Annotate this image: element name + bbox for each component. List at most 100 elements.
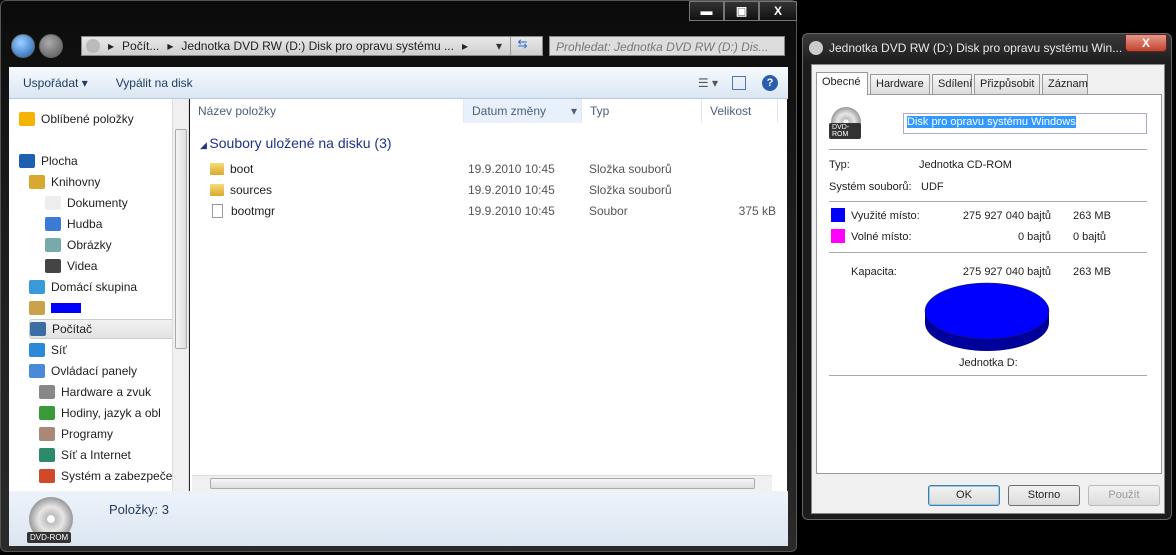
nav-item[interactable]: Systém a zabezpeče: [39, 466, 172, 486]
free-size: 0 bajtů: [1073, 231, 1107, 243]
tab-hardware[interactable]: Hardware: [870, 74, 930, 94]
view-options-icon[interactable]: ☰ ▾: [698, 76, 718, 90]
nav-item[interactable]: Programy: [39, 424, 113, 444]
refresh-icon[interactable]: ⇆: [510, 37, 534, 55]
nav-item-label: Hudba: [67, 217, 103, 231]
file-size: 375 kB: [738, 204, 776, 218]
used-size: 263 MB: [1073, 210, 1111, 222]
column-date[interactable]: Datum změny ▾: [464, 99, 582, 123]
nav-item[interactable]: Síť: [29, 340, 67, 360]
preview-pane-icon[interactable]: [732, 75, 746, 90]
breadcrumb-drive[interactable]: Jednotka DVD RW (D:) Disk pro opravu sys…: [181, 39, 454, 53]
divider: [829, 375, 1147, 376]
group-header[interactable]: ◢ Soubory uložené na disku (3): [200, 135, 392, 151]
nav-item[interactable]: Síť a Internet: [39, 445, 131, 465]
user-icon: [29, 301, 45, 315]
star-icon: [19, 112, 35, 126]
tab-recording[interactable]: Záznam: [1042, 74, 1088, 94]
nav-item[interactable]: Domácí skupina: [29, 277, 137, 297]
column-size[interactable]: Velikost: [702, 99, 778, 123]
scroll-thumb[interactable]: [175, 129, 187, 349]
file-type: Složka souborů: [589, 183, 672, 197]
nav-item[interactable]: [29, 298, 81, 318]
file-row[interactable]: bootmgr 19.9.2010 10:45 Soubor 375 kB: [210, 201, 780, 221]
libraries-icon: [29, 175, 45, 189]
nav-item-label: Počítač: [52, 322, 93, 336]
nav-scrollbar[interactable]: [172, 99, 188, 491]
file-date: 19.9.2010 10:45: [468, 204, 555, 218]
divider: [829, 201, 1147, 202]
file-row[interactable]: boot 19.9.2010 10:45 Složka souborů: [210, 159, 780, 179]
dialog-body: Obecné Hardware Sdílení Přizpůsobit Záznam D…: [811, 64, 1165, 514]
file-name: boot: [230, 162, 254, 176]
free-label: Volné místo:: [851, 231, 912, 243]
ok-button[interactable]: OK: [928, 485, 1000, 506]
nav-item[interactable]: Hodiny, jazyk a obl: [39, 403, 161, 423]
file-row[interactable]: sources 19.9.2010 10:45 Složka souborů: [210, 180, 780, 200]
horizontal-scrollbar[interactable]: [192, 475, 772, 491]
volume-name-input[interactable]: Disk pro opravu systému Windows: [903, 113, 1147, 134]
nav-item[interactable]: Počítač: [29, 319, 188, 339]
tab-customize[interactable]: Přizpůsobit: [974, 74, 1040, 94]
close-button[interactable]: X: [1125, 34, 1167, 52]
forward-button[interactable]: [39, 34, 63, 58]
used-label: Využité místo:: [851, 210, 920, 222]
navigation-pane: Oblíbené položky Plocha Knihovny Dokumenty H…: [9, 99, 189, 491]
drive-icon: [86, 39, 100, 53]
search-input[interactable]: Prohledat: Jednotka DVD RW (D:) Dis...: [549, 36, 785, 56]
nav-item-label: Dokumenty: [67, 196, 128, 210]
minimize-button[interactable]: ▬: [689, 1, 724, 21]
dropdown-icon[interactable]: ▾: [496, 39, 502, 53]
scroll-thumb[interactable]: [210, 478, 755, 489]
tab-general[interactable]: Obecné: [816, 72, 868, 95]
organize-button[interactable]: Uspořádat ▾: [9, 76, 102, 90]
internet-icon: [39, 448, 55, 462]
divider: [829, 252, 1147, 253]
column-name[interactable]: Název položky: [190, 99, 464, 123]
nav-item-label: Plocha: [41, 154, 78, 168]
videos-icon: [45, 259, 61, 273]
control-panel-icon: [29, 364, 45, 378]
properties-dialog: Jednotka DVD RW (D:) Disk pro opravu sys…: [802, 33, 1172, 520]
network-icon: [29, 343, 45, 357]
nav-item-label: Síť: [51, 343, 67, 357]
breadcrumb-computer[interactable]: Počít...: [122, 39, 159, 53]
command-bar: Uspořádat ▾ Vypálit na disk ☰ ▾ ?: [9, 67, 788, 99]
apply-button[interactable]: Použít: [1088, 485, 1160, 506]
cancel-button[interactable]: Storno: [1008, 485, 1080, 506]
collapse-icon[interactable]: ◢: [200, 140, 209, 150]
help-icon[interactable]: ?: [762, 74, 778, 91]
dialog-title: Jednotka DVD RW (D:) Disk pro opravu sys…: [829, 41, 1123, 55]
drive-label: Jednotka D:: [959, 357, 1018, 369]
redacted-username: [51, 303, 81, 313]
address-bar[interactable]: ▸ Počít... ▸ Jednotka DVD RW (D:) Disk p…: [81, 36, 543, 56]
nav-item[interactable]: Oblíbené položky: [19, 109, 134, 129]
maximize-button[interactable]: ▣: [724, 1, 759, 21]
pictures-icon: [45, 238, 61, 252]
file-name: bootmgr: [231, 204, 276, 218]
column-type[interactable]: Typ: [582, 99, 702, 123]
explorer-window: ▬ ▣ X ▸ Počít... ▸ Jednotka DVD RW (D:) …: [0, 0, 797, 552]
nav-item[interactable]: Ovládací panely: [29, 361, 137, 381]
back-button[interactable]: [11, 34, 35, 58]
burn-button[interactable]: Vypálit na disk: [102, 76, 207, 90]
sort-dropdown-icon[interactable]: ▾: [571, 104, 577, 118]
nav-item[interactable]: Videa: [45, 256, 97, 276]
nav-item-label: Síť a Internet: [61, 448, 131, 462]
close-button[interactable]: X: [759, 1, 797, 21]
nav-item[interactable]: Hudba: [45, 214, 102, 234]
nav-item[interactable]: Plocha: [19, 151, 78, 171]
folder-icon: [210, 163, 224, 175]
nav-item[interactable]: Obrázky: [45, 235, 112, 255]
nav-item[interactable]: Hardware a zvuk: [39, 382, 151, 402]
nav-item[interactable]: Knihovny: [29, 172, 100, 192]
nav-item-label: Systém a zabezpeče: [61, 469, 173, 483]
type-label: Typ:: [829, 159, 850, 171]
nav-item[interactable]: Dokumenty: [45, 193, 128, 213]
tab-sharing[interactable]: Sdílení: [932, 74, 972, 94]
window-controls: ▬ ▣ X: [689, 1, 797, 21]
hardware-icon: [39, 385, 55, 399]
column-date-label: Datum změny: [472, 104, 547, 118]
nav-item-label: Hodiny, jazyk a obl: [61, 406, 161, 420]
divider: [829, 149, 1147, 150]
